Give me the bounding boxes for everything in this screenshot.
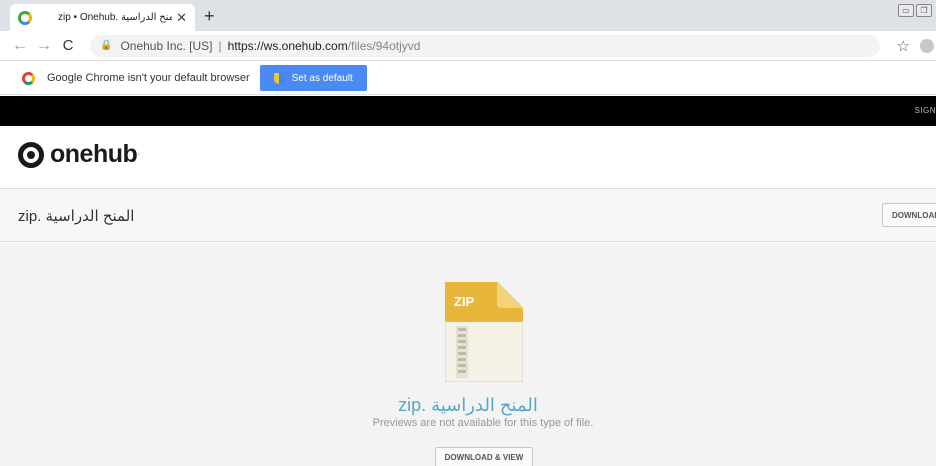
tab-title: zip • Onehub. المنح الدراسية — [58, 12, 173, 23]
account-avatar-icon[interactable] — [920, 38, 934, 53]
browser-tab[interactable]: zip • Onehub. المنح الدراسية ✕ — [10, 4, 195, 31]
chrome-logo-icon — [22, 71, 35, 85]
new-tab-button[interactable]: + — [204, 6, 215, 27]
file-title: zip. المنح الدراسية — [18, 208, 135, 225]
site-identity[interactable]: Onehub Inc. [US] — [120, 39, 212, 53]
zip-file-icon: ZIP — [445, 282, 523, 382]
onehub-logo-icon — [18, 141, 44, 168]
back-arrow-icon[interactable]: ← — [8, 37, 32, 55]
infobar-message: Google Chrome isn't your default browser — [47, 72, 250, 84]
preview-unavailable-note: Previews are not available for this type… — [372, 417, 594, 429]
url-path: /files/94otjyvd — [347, 38, 421, 53]
site-top-bar: SIGN — [0, 96, 936, 126]
sign-in-link[interactable]: SIGN — [914, 106, 936, 115]
browser-toolbar: ← → C 🔒 Onehub Inc. [US] | https://ws.on… — [0, 31, 936, 61]
logo-trademark: · — [137, 150, 140, 159]
window-controls: ▭ ❐ — [898, 4, 932, 17]
download-and-view-button[interactable]: DOWNLOAD & VIEW — [435, 447, 533, 466]
file-header: zip. المنح الدراسية DOWNLOAD — [0, 188, 936, 242]
logo-text: onehub — [50, 140, 138, 168]
loading-favicon-icon — [18, 10, 32, 25]
address-bar[interactable]: 🔒 Onehub Inc. [US] | https://ws.onehub.c… — [90, 34, 880, 57]
default-browser-infobar: Google Chrome isn't your default browser… — [0, 62, 936, 95]
download-button[interactable]: DOWNLOAD — [882, 203, 936, 227]
tab-strip: zip • Onehub. المنح الدراسية ✕ + ▭ ❐ — [0, 0, 936, 31]
address-separator: | — [218, 38, 222, 53]
set-as-default-label: Set as default — [291, 72, 353, 84]
file-preview: ZIP zip. المنح الدراسية Previews are not… — [0, 243, 936, 466]
reload-icon[interactable]: C — [56, 37, 80, 54]
shield-icon — [273, 72, 284, 84]
url-host: https://ws.onehub.com — [227, 38, 348, 53]
set-as-default-button[interactable]: Set as default — [259, 65, 367, 91]
restore-window-button[interactable]: ❐ — [916, 4, 932, 17]
lock-icon: 🔒 — [100, 40, 113, 51]
preview-file-name: zip. المنح الدراسية — [398, 395, 538, 415]
onehub-logo[interactable]: onehub · — [18, 140, 140, 169]
minimize-window-button[interactable]: ▭ — [898, 4, 914, 17]
zip-icon-label: ZIP — [454, 294, 475, 309]
bookmark-star-icon[interactable]: ☆ — [897, 37, 910, 55]
close-tab-icon[interactable]: ✕ — [176, 10, 187, 26]
forward-arrow-icon[interactable]: → — [32, 37, 56, 55]
